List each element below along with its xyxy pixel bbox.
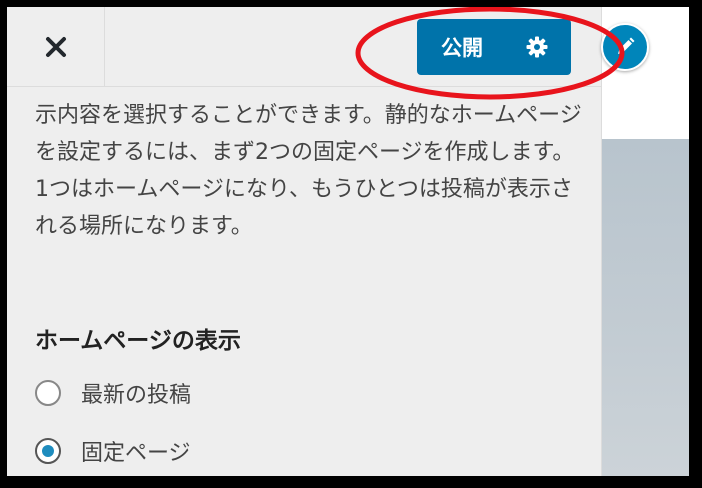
radio-dot [42, 445, 54, 457]
section-content: 示内容を選択することができます。静的なホームページを設定するには、まず2つの固定… [35, 97, 583, 245]
radio-button-checked[interactable] [35, 438, 61, 464]
edit-shortcut-button[interactable] [601, 23, 649, 71]
close-icon [45, 36, 66, 57]
publish-button[interactable]: 公開 [417, 19, 571, 75]
section-description: 示内容を選択することができます。静的なホームページを設定するには、まず2つの固定… [35, 103, 582, 239]
radio-button[interactable] [35, 380, 61, 406]
customizer-header: 公開 [7, 7, 601, 87]
gear-icon[interactable] [525, 35, 549, 59]
radio-label: 最新の投稿 [81, 383, 192, 408]
radio-option-latest-posts[interactable]: 最新の投稿 [35, 376, 191, 410]
site-preview [602, 7, 689, 476]
radio-label: 固定ページ [81, 441, 191, 466]
pencil-icon [618, 37, 635, 54]
preview-header-image [602, 139, 689, 476]
close-button[interactable] [7, 7, 105, 86]
radio-option-static-page[interactable]: 固定ページ [35, 434, 191, 468]
homepage-display-title: ホームページの表示 [35, 328, 241, 354]
publish-label: 公開 [441, 36, 483, 60]
customizer-sidebar: 公開 示内容を選択することができます。静的なホームページを設定するには、まず2つ… [7, 7, 602, 476]
customizer-window: 公開 示内容を選択することができます。静的なホームページを設定するには、まず2つ… [7, 7, 689, 476]
